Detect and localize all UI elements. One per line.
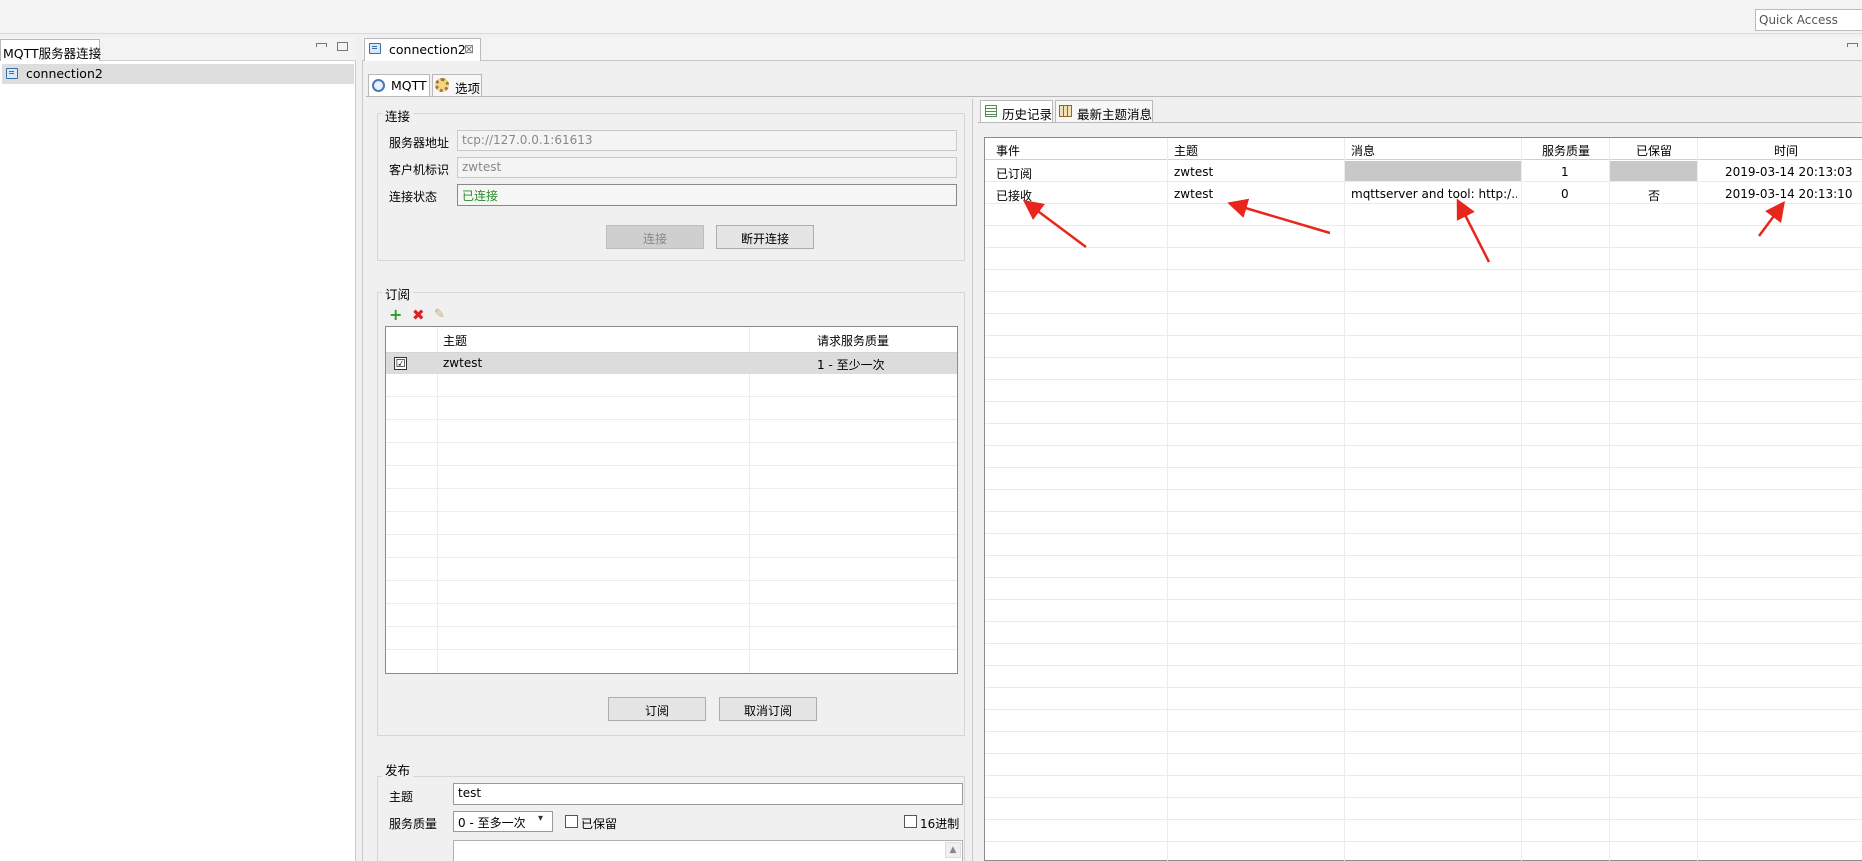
arrow-annotation — [1022, 200, 1087, 249]
arrow-annotation — [1456, 198, 1491, 263]
arrow-annotation — [1757, 200, 1785, 237]
arrow-annotation — [1227, 198, 1331, 235]
annotation-arrows — [1022, 198, 1785, 263]
